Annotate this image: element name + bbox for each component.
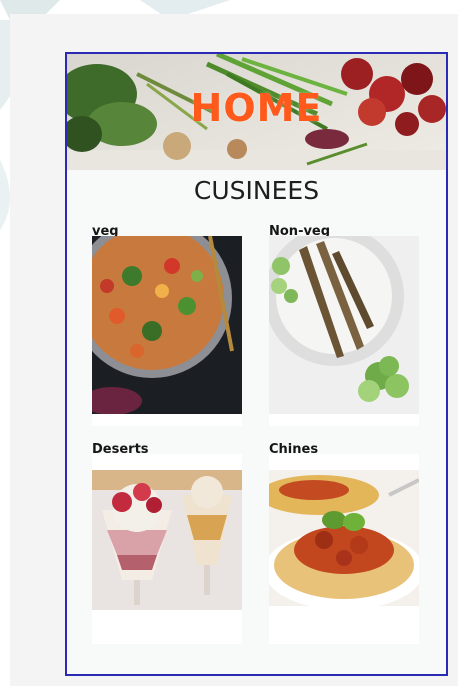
cuisine-card-deserts[interactable]: Deserts — [92, 442, 242, 644]
ice-cream-image — [92, 470, 242, 610]
card-label: Chines — [269, 442, 319, 457]
cuisine-card-veg[interactable]: veg — [92, 224, 242, 426]
fried-rice-image — [92, 236, 242, 414]
cuisine-card-non-veg[interactable]: Non-veg — [269, 224, 419, 426]
header-banner: HOME — [67, 54, 446, 170]
spaghetti-image — [269, 470, 419, 606]
cuisine-card-chines[interactable]: Chines — [269, 442, 419, 644]
page-title: HOME — [190, 86, 323, 130]
section-title: CUSINEES — [193, 176, 320, 205]
card-label: Deserts — [92, 442, 149, 457]
grilled-fish-image — [269, 236, 419, 414]
app-screen: HOME CUSINEES veg Non-veg Deserts Chines — [65, 52, 448, 676]
